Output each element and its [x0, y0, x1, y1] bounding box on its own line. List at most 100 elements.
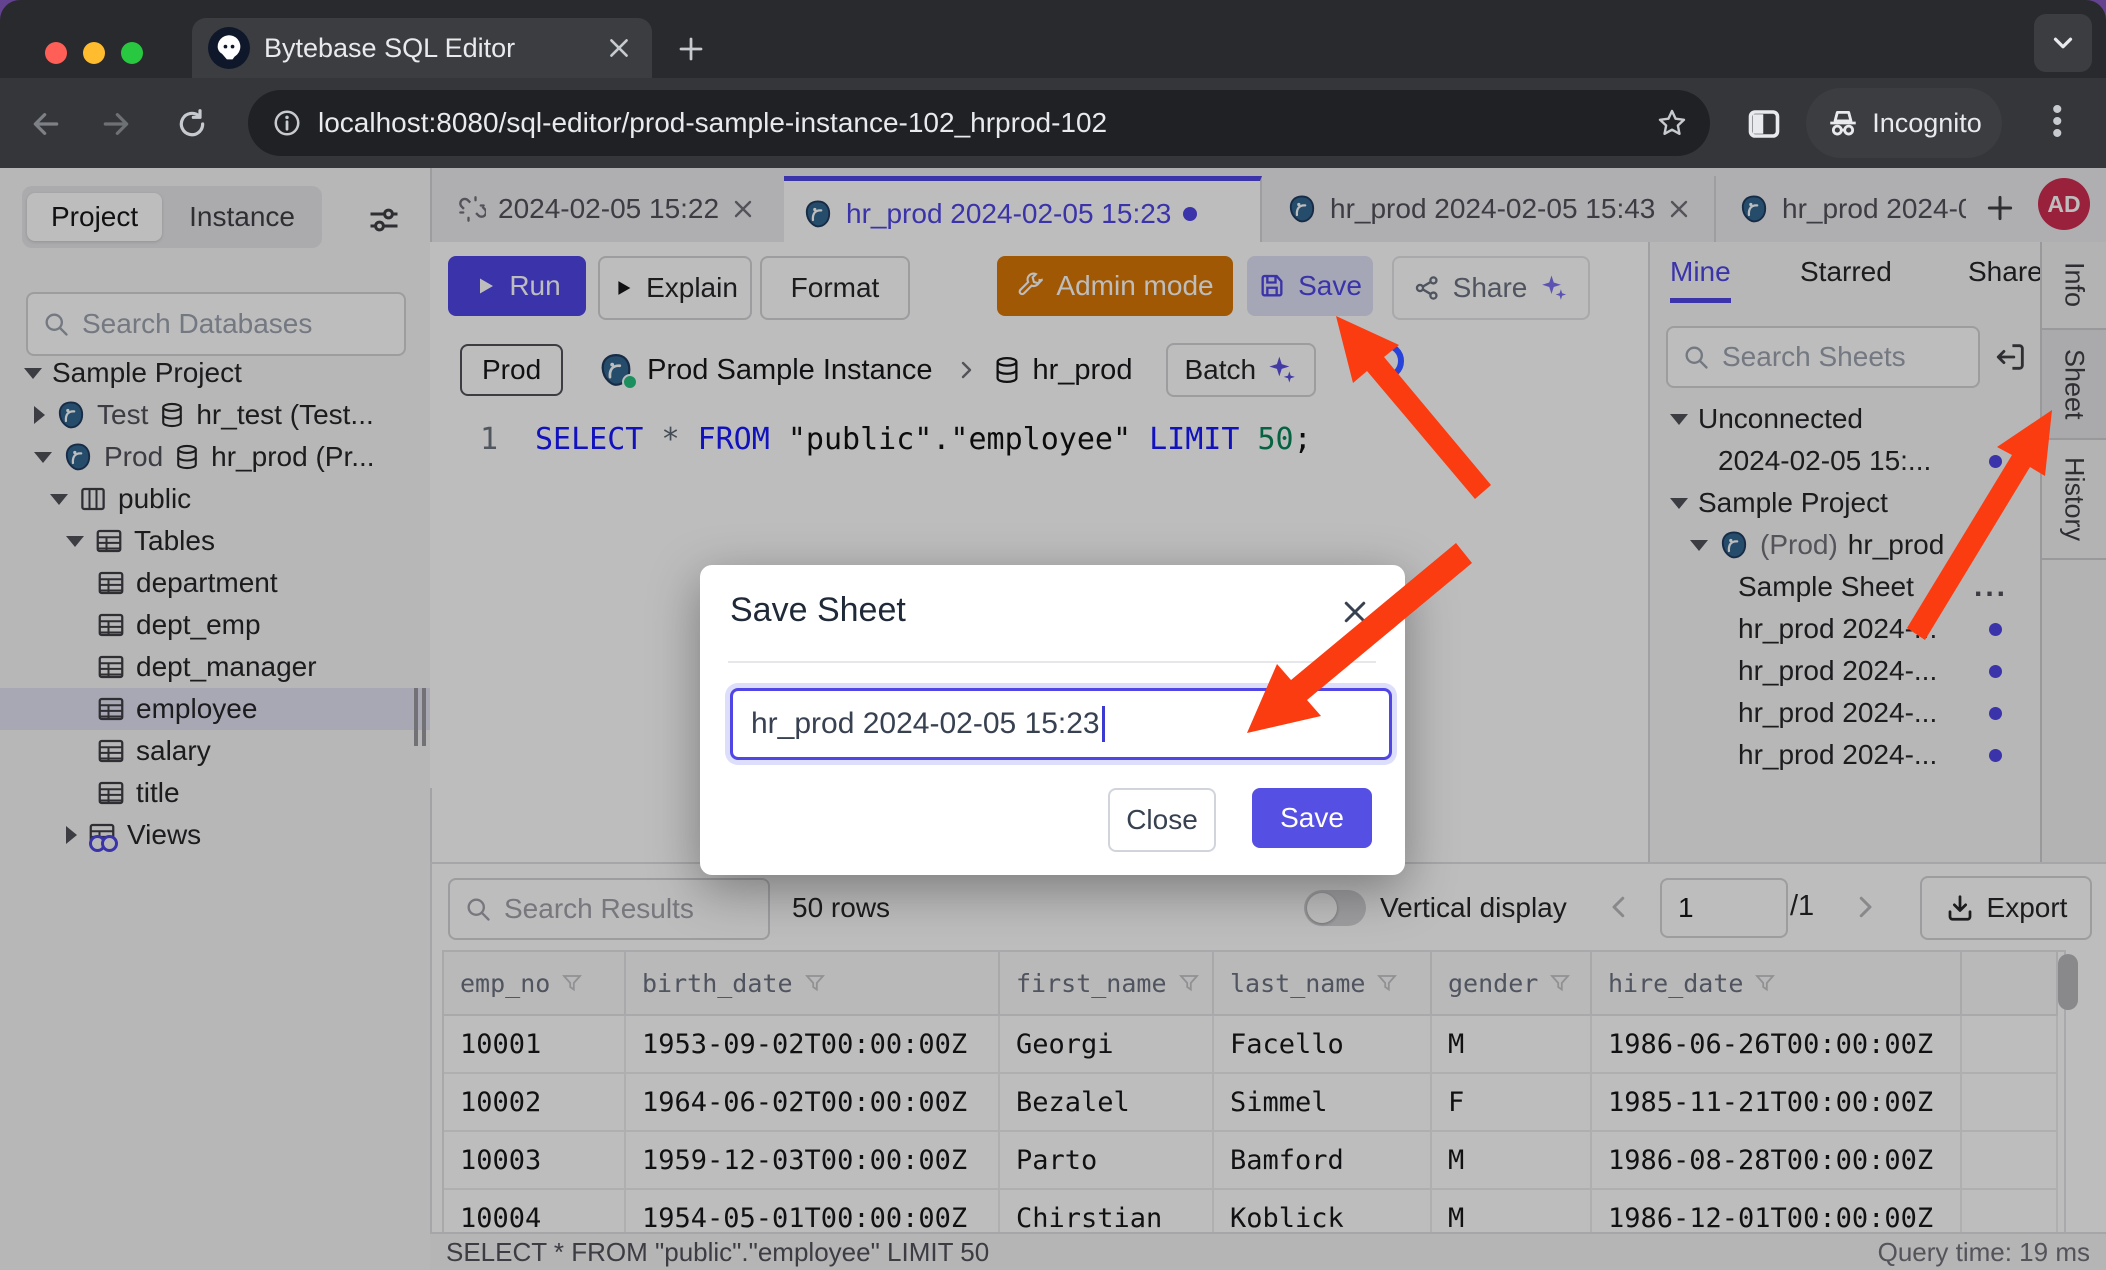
- strip-tab-sheet[interactable]: Sheet: [2042, 330, 2106, 440]
- column-header[interactable]: last_name: [1214, 952, 1432, 1016]
- window-minimize-button[interactable]: [83, 42, 105, 64]
- dialog-close-icon[interactable]: [1340, 597, 1370, 627]
- tab-starred[interactable]: Starred: [1800, 256, 1892, 288]
- column-header[interactable]: hire_date: [1592, 952, 1962, 1016]
- tree-item-table-employee-selected[interactable]: employee: [0, 688, 430, 730]
- sheet-name-input[interactable]: hr_prod 2024-02-05 15:23: [730, 688, 1392, 760]
- tab-instance[interactable]: Instance: [167, 193, 317, 241]
- sheet-item-sample-sheet[interactable]: Sample Sheet ...: [1650, 566, 2042, 608]
- sheet-item[interactable]: 2024-02-05 15:...: [1650, 440, 2042, 482]
- tree-item-tables[interactable]: Tables: [0, 520, 430, 562]
- cell[interactable]: Bamford: [1214, 1132, 1432, 1190]
- cell[interactable]: 10004: [444, 1190, 626, 1234]
- strip-tab-history[interactable]: History: [2042, 440, 2106, 560]
- sheet-item[interactable]: hr_prod 2024-...: [1650, 608, 2042, 650]
- format-button[interactable]: Format: [760, 256, 910, 320]
- tree-item-table[interactable]: dept_manager: [0, 646, 430, 688]
- dialog-close-button[interactable]: Close: [1108, 788, 1216, 852]
- column-header[interactable]: first_name: [1000, 952, 1214, 1016]
- page-number-input[interactable]: 1: [1660, 878, 1788, 938]
- cell[interactable]: 1959-12-03T00:00:00Z: [626, 1132, 1000, 1190]
- database-search[interactable]: Search Databases: [26, 292, 406, 356]
- prev-page-icon[interactable]: [1604, 892, 1634, 922]
- column-header[interactable]: birth_date: [626, 952, 1000, 1016]
- caret-down-icon[interactable]: [66, 536, 84, 547]
- caret-right-icon[interactable]: [66, 826, 77, 844]
- sidebar-filter-icon[interactable]: [366, 202, 402, 238]
- side-panel-icon[interactable]: [1746, 106, 1782, 142]
- sheet-item[interactable]: hr_prod 2024-...: [1650, 650, 2042, 692]
- column-header[interactable]: gender: [1432, 952, 1592, 1016]
- table-scrollbar-thumb[interactable]: [2058, 954, 2078, 1010]
- caret-down-icon[interactable]: [1670, 414, 1688, 425]
- vertical-display-toggle[interactable]: [1304, 890, 1366, 926]
- cell[interactable]: 1953-09-02T00:00:00Z: [626, 1016, 1000, 1074]
- admin-mode-button[interactable]: Admin mode: [997, 256, 1233, 316]
- cell[interactable]: Koblick: [1214, 1190, 1432, 1234]
- sheet-tab-1-active[interactable]: hr_prod 2024-02-05 15:23: [784, 176, 1262, 247]
- caret-down-icon[interactable]: [50, 494, 68, 505]
- cell[interactable]: 10001: [444, 1016, 626, 1074]
- cell[interactable]: Facello: [1214, 1016, 1432, 1074]
- sheet-tab-0[interactable]: 2024-02-05 15:22: [440, 176, 788, 242]
- cell[interactable]: M: [1432, 1190, 1592, 1234]
- tree-item-views[interactable]: Views: [0, 814, 430, 856]
- import-sheet-icon[interactable]: [1994, 340, 2028, 374]
- close-tab-icon[interactable]: [731, 197, 755, 221]
- sort-funnel-icon[interactable]: [803, 971, 827, 995]
- window-close-button[interactable]: [45, 42, 67, 64]
- sheet-tab-3[interactable]: hr_prod 2024-0: [1720, 176, 1966, 242]
- tree-item-table[interactable]: title: [0, 772, 430, 814]
- cell[interactable]: M: [1432, 1016, 1592, 1074]
- new-tab-icon[interactable]: [676, 34, 706, 64]
- sort-funnel-icon[interactable]: [1177, 971, 1201, 995]
- sheet-group-database[interactable]: (Prod) hr_prod: [1650, 524, 2042, 566]
- column-header[interactable]: emp_no: [444, 952, 626, 1016]
- sort-funnel-icon[interactable]: [1548, 971, 1572, 995]
- sheet-item[interactable]: hr_prod 2024-...: [1650, 692, 2042, 734]
- forward-icon[interactable]: [100, 108, 132, 140]
- cell[interactable]: 1986-08-28T00:00:00Z: [1592, 1132, 1962, 1190]
- tab-search-button[interactable]: [2034, 14, 2092, 72]
- cell[interactable]: 1986-06-26T00:00:00Z: [1592, 1016, 1962, 1074]
- sort-funnel-icon[interactable]: [560, 971, 584, 995]
- instance-name[interactable]: Prod Sample Instance: [647, 354, 932, 387]
- bookmark-star-icon[interactable]: [1656, 107, 1688, 139]
- sidebar-resize-handle[interactable]: [414, 688, 418, 746]
- site-info-icon[interactable]: [272, 108, 302, 138]
- cell[interactable]: 1986-12-01T00:00:00Z: [1592, 1190, 1962, 1234]
- database-name[interactable]: hr_prod: [1032, 354, 1132, 387]
- cell[interactable]: F: [1432, 1074, 1592, 1132]
- cell[interactable]: Simmel: [1214, 1074, 1432, 1132]
- dialog-save-button[interactable]: Save: [1252, 788, 1372, 848]
- sheet-group-project[interactable]: Sample Project: [1650, 482, 2042, 524]
- results-search[interactable]: Search Results: [448, 878, 770, 940]
- sort-funnel-icon[interactable]: [1375, 971, 1399, 995]
- window-zoom-button[interactable]: [121, 42, 143, 64]
- more-menu-icon[interactable]: ...: [1974, 570, 2008, 604]
- user-avatar[interactable]: AD: [2038, 178, 2090, 230]
- cell[interactable]: M: [1432, 1132, 1592, 1190]
- strip-tab-info[interactable]: Info: [2042, 242, 2106, 330]
- sidebar-resize-handle[interactable]: [422, 688, 426, 746]
- cell[interactable]: 1954-05-01T00:00:00Z: [626, 1190, 1000, 1234]
- tree-item-table[interactable]: dept_emp: [0, 604, 430, 646]
- tab-mine[interactable]: Mine: [1670, 256, 1731, 303]
- reload-icon[interactable]: [176, 108, 208, 140]
- sheet-item[interactable]: hr_prod 2024-...: [1650, 734, 2042, 776]
- caret-down-icon[interactable]: [1690, 540, 1708, 551]
- export-button[interactable]: Export: [1920, 876, 2092, 940]
- tab-project[interactable]: Project: [27, 193, 162, 241]
- close-tab-icon[interactable]: [1667, 197, 1691, 221]
- browser-menu-icon[interactable]: •••: [2052, 104, 2063, 140]
- cell[interactable]: Chirstian: [1000, 1190, 1214, 1234]
- cell[interactable]: 10003: [444, 1132, 626, 1190]
- cell[interactable]: Parto: [1000, 1132, 1214, 1190]
- tree-item-hr-test[interactable]: Test hr_test (Test...: [0, 394, 430, 436]
- sheet-tab-2[interactable]: hr_prod 2024-02-05 15:43: [1268, 176, 1716, 242]
- next-page-icon[interactable]: [1850, 892, 1880, 922]
- caret-down-icon[interactable]: [1670, 498, 1688, 509]
- run-button[interactable]: Run: [448, 256, 586, 316]
- save-button[interactable]: Save: [1247, 256, 1373, 316]
- explain-button[interactable]: Explain: [598, 256, 752, 320]
